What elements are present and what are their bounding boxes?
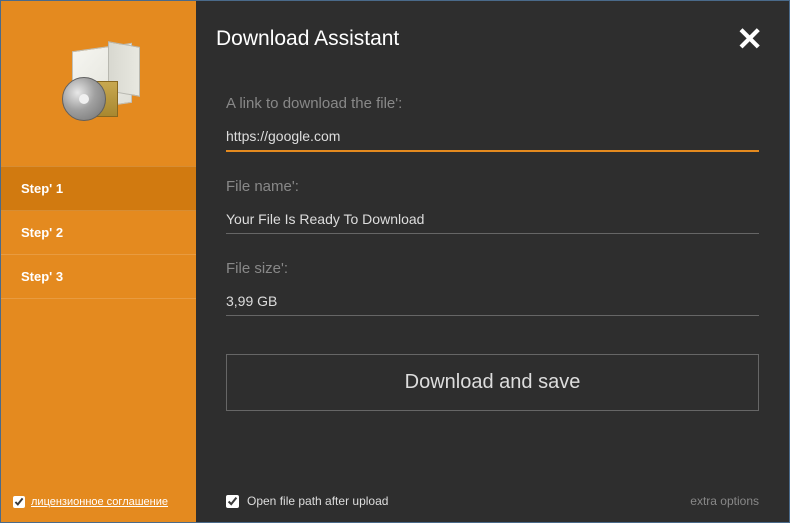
open-path-option: Open file path after upload [226,494,388,508]
extra-options-link[interactable]: extra options [690,494,759,508]
license-checkbox[interactable] [13,496,25,508]
step-3[interactable]: Step' 3 [1,255,196,299]
app-window: Step' 1 Step' 2 Step' 3 лицензионное сог… [0,0,790,523]
field-link: A link to download the file': [226,95,759,152]
filename-input[interactable] [226,207,759,234]
page-title: Download Assistant [216,27,736,51]
open-path-checkbox[interactable] [226,495,239,508]
step-1[interactable]: Step' 1 [1,166,196,211]
steps-list: Step' 1 Step' 2 Step' 3 [1,166,196,522]
download-save-button[interactable]: Download and save [226,354,759,411]
filesize-input[interactable] [226,289,759,316]
open-path-label: Open file path after upload [247,494,388,508]
license-link[interactable]: лицензионное соглашение [31,496,168,508]
close-icon[interactable]: ✕ [736,23,763,55]
link-input[interactable] [226,124,759,152]
footer-row: Open file path after upload extra option… [226,494,759,508]
field-filename: File name': [226,178,759,234]
sidebar: Step' 1 Step' 2 Step' 3 лицензионное сог… [1,1,196,522]
filesize-label: File size': [226,260,759,277]
filename-label: File name': [226,178,759,195]
step-2[interactable]: Step' 2 [1,211,196,255]
field-filesize: File size': [226,260,759,316]
installer-icon [1,1,196,166]
software-box-icon [54,39,144,129]
license-agreement-row: лицензионное соглашение [13,496,168,508]
header: Download Assistant ✕ [196,1,789,65]
download-form: A link to download the file': File name'… [196,65,789,411]
main-content: Download Assistant ✕ A link to download … [196,1,789,522]
link-label: A link to download the file': [226,95,759,112]
